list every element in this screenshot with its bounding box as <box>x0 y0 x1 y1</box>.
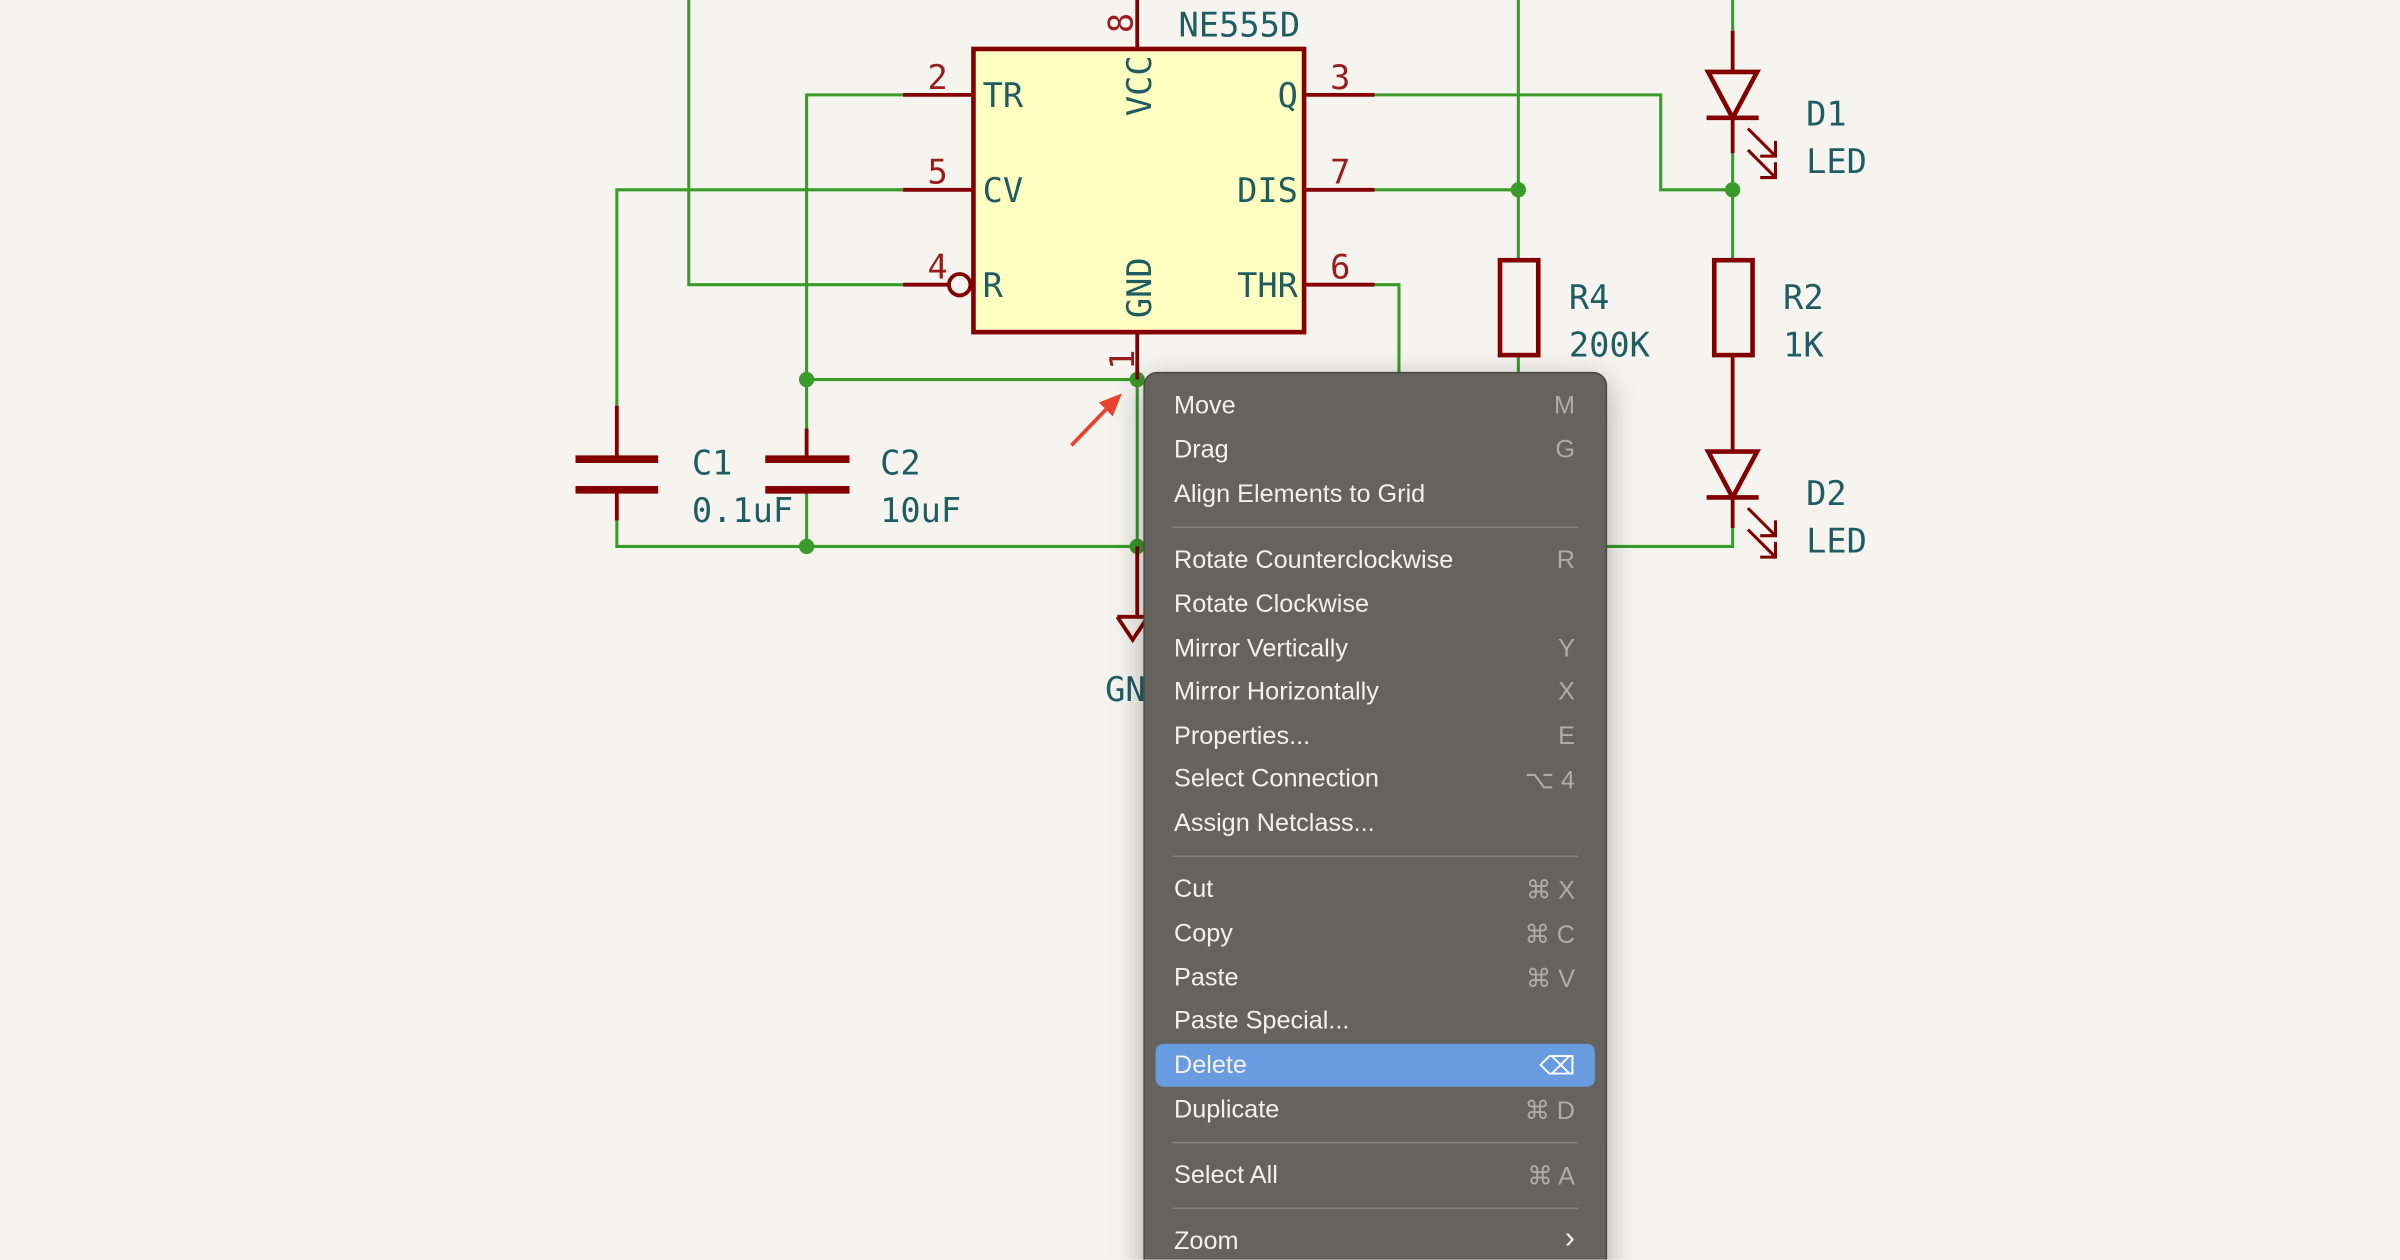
schematic-canvas[interactable]: NE555D 8 VCC 2 TR 5 CV 4 R GND 1 3 Q 7 D… <box>0 0 2400 1260</box>
svg-text:1K: 1K <box>1783 326 1824 365</box>
svg-text:R4: R4 <box>1569 278 1610 317</box>
svg-text:3: 3 <box>1330 58 1350 97</box>
svg-text:0.1uF: 0.1uF <box>692 491 793 530</box>
menu-item-label: Mirror Horizontally <box>1173 678 1379 706</box>
menu-item-shortcut: ⌘ X <box>1525 877 1575 905</box>
menu-item-shortcut: G <box>1555 436 1575 464</box>
menu-item-shortcut: X <box>1558 678 1575 706</box>
menu-item-delete[interactable]: Delete ⌫ <box>1155 1043 1595 1087</box>
svg-text:7: 7 <box>1330 153 1350 192</box>
menu-item-shortcut: ⌥ 4 <box>1524 766 1575 795</box>
svg-text:LED: LED <box>1806 522 1867 561</box>
menu-item-shortcut: ⌘ C <box>1524 921 1575 949</box>
menu-item-paste[interactable]: Paste ⌘ V <box>1156 957 1595 1000</box>
menu-item-label: Select Connection <box>1173 765 1379 793</box>
menu-item-label: Cut <box>1173 875 1214 904</box>
menu-item-align-elements-to-grid[interactable]: Align Elements to Grid <box>1156 473 1595 516</box>
svg-text:DIS: DIS <box>1237 171 1298 210</box>
svg-text:LED: LED <box>1806 142 1867 181</box>
menu-item-select-connection[interactable]: Select Connection ⌥ 4 <box>1156 758 1595 801</box>
menu-item-label: Paste <box>1173 964 1239 992</box>
svg-text:R: R <box>983 266 1004 305</box>
pointer-arrow-icon <box>1070 393 1122 447</box>
svg-text:C2: C2 <box>880 443 921 482</box>
menu-item-label: Properties... <box>1173 722 1311 750</box>
menu-item-shortcut: E <box>1558 722 1575 750</box>
svg-text:10uF: 10uF <box>880 491 961 530</box>
svg-text:VCC: VCC <box>1120 55 1159 116</box>
menu-item-assign-netclass[interactable]: Assign Netclass... <box>1156 802 1595 845</box>
menu-item-shortcut: M <box>1553 391 1575 420</box>
menu-item-label: Rotate Counterclockwise <box>1173 546 1454 574</box>
menu-item-label: Paste Special... <box>1173 1007 1350 1035</box>
menu-item-label: Copy <box>1173 919 1233 948</box>
context-menu: Move M Drag G Align Elements to Grid Rotate C… <box>1143 371 1608 1260</box>
menu-item-zoom[interactable]: Zoom › <box>1156 1220 1595 1260</box>
svg-text:TR: TR <box>983 76 1024 115</box>
menu-item-label: Duplicate <box>1173 1095 1280 1124</box>
menu-item-shortcut: ⌫ <box>1539 1053 1575 1081</box>
svg-text:D2: D2 <box>1806 474 1847 513</box>
menu-item-label: Drag <box>1173 436 1229 464</box>
svg-text:6: 6 <box>1330 248 1350 287</box>
menu-separator <box>1172 855 1579 858</box>
menu-item-select-all[interactable]: Select All ⌘ A <box>1156 1154 1595 1197</box>
menu-item-shortcut: ⌘ A <box>1527 1163 1575 1191</box>
svg-text:1: 1 <box>1103 350 1142 370</box>
svg-text:GN: GN <box>1105 670 1146 709</box>
menu-item-label: Delete <box>1173 1051 1247 1080</box>
menu-item-mirror-horizontally[interactable]: Mirror Horizontally X <box>1156 670 1595 713</box>
menu-item-label: Zoom <box>1173 1227 1239 1256</box>
svg-text:C1: C1 <box>692 443 733 482</box>
menu-item-mirror-vertically[interactable]: Mirror Vertically Y <box>1156 628 1595 671</box>
menu-item-drag[interactable]: Drag G <box>1156 429 1595 472</box>
menu-item-copy[interactable]: Copy ⌘ C <box>1156 912 1595 955</box>
svg-text:5: 5 <box>928 153 948 192</box>
svg-text:CV: CV <box>983 171 1024 210</box>
menu-item-label: Assign Netclass... <box>1173 809 1375 838</box>
menu-item-label: Move <box>1173 391 1236 420</box>
menu-item-shortcut: R <box>1556 546 1575 574</box>
svg-text:GND: GND <box>1120 257 1159 318</box>
menu-item-shortcut: ⌘ V <box>1525 965 1575 994</box>
menu-item-shortcut: ⌘ D <box>1524 1097 1575 1125</box>
menu-item-label: Align Elements to Grid <box>1173 480 1426 509</box>
svg-text:Q: Q <box>1278 76 1298 115</box>
chevron-right-icon: › <box>1564 1221 1575 1256</box>
svg-text:R2: R2 <box>1783 278 1824 317</box>
svg-text:8: 8 <box>1102 13 1141 33</box>
menu-separator <box>1172 1141 1579 1144</box>
svg-text:200K: 200K <box>1569 326 1651 365</box>
menu-item-label: Mirror Vertically <box>1173 635 1348 663</box>
menu-item-shortcut: Y <box>1558 635 1575 663</box>
menu-item-move[interactable]: Move M <box>1156 384 1595 427</box>
svg-text:THR: THR <box>1237 266 1299 305</box>
menu-separator <box>1172 526 1579 529</box>
svg-text:4: 4 <box>928 248 948 287</box>
svg-text:D1: D1 <box>1806 95 1847 134</box>
menu-item-paste-special[interactable]: Paste Special... <box>1156 999 1595 1042</box>
menu-separator <box>1172 1207 1579 1210</box>
menu-item-label: Select All <box>1173 1161 1278 1190</box>
menu-item-label: Rotate Clockwise <box>1173 590 1370 619</box>
menu-item-cut[interactable]: Cut ⌘ X <box>1156 868 1595 911</box>
menu-item-rotate-clockwise[interactable]: Rotate Clockwise <box>1156 583 1595 626</box>
menu-item-rotate-counterclockwise[interactable]: Rotate Counterclockwise R <box>1156 539 1595 582</box>
menu-item-duplicate[interactable]: Duplicate ⌘ D <box>1156 1088 1595 1131</box>
chip-ref: NE555D <box>1179 6 1301 45</box>
svg-text:2: 2 <box>928 58 948 97</box>
menu-item-properties[interactable]: Properties... E <box>1156 715 1595 758</box>
